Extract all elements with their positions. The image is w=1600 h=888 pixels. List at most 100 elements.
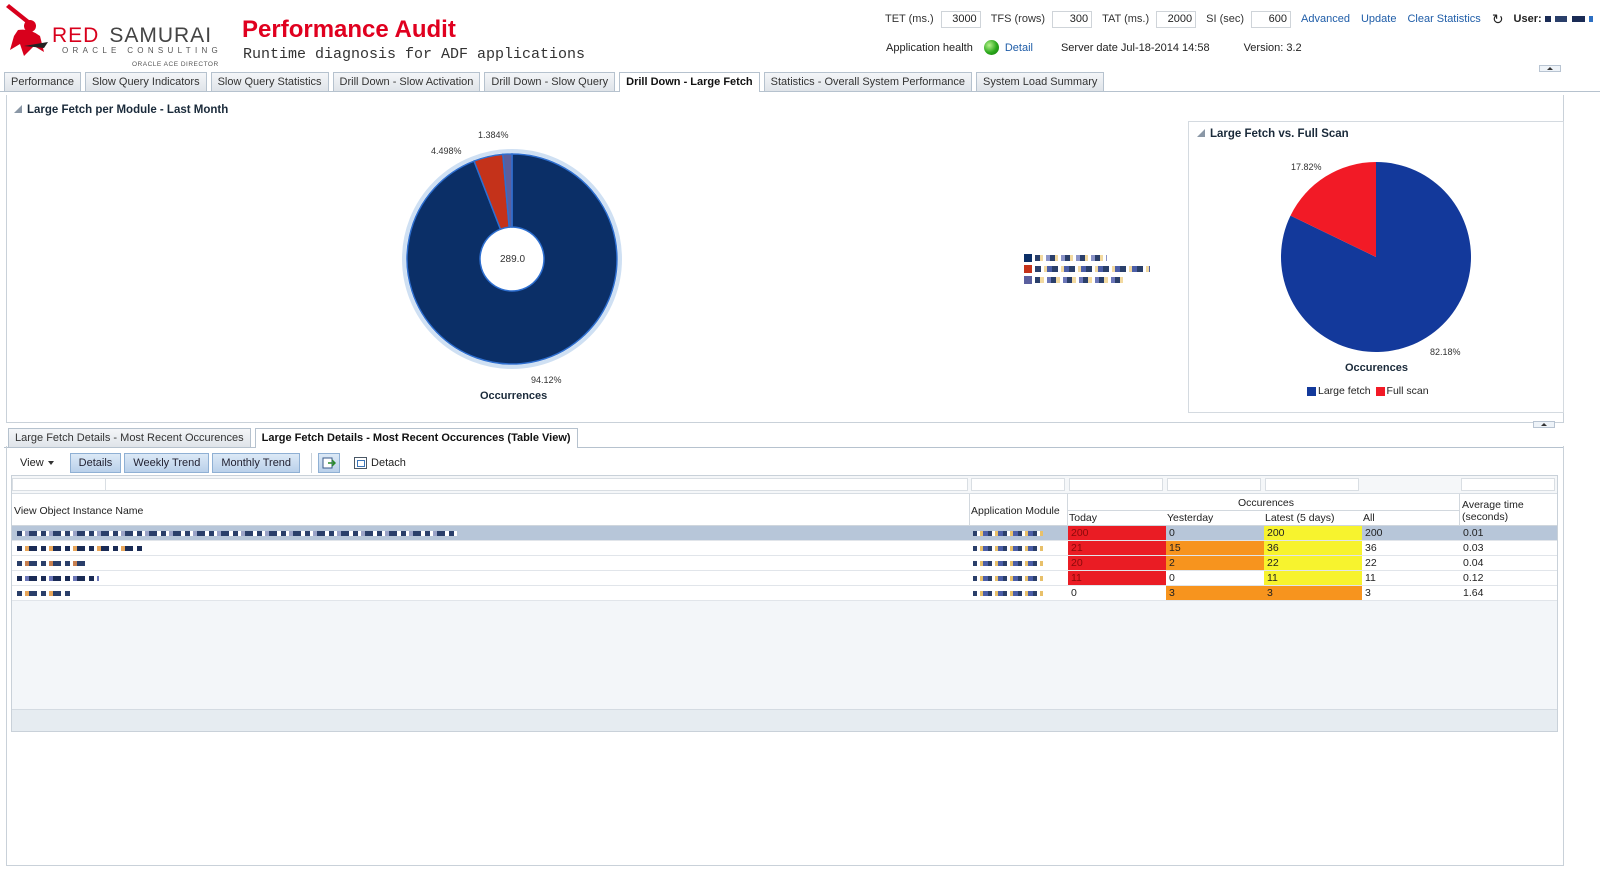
- cell-today: 20: [1068, 556, 1166, 570]
- filter-avg-input[interactable]: [1461, 478, 1555, 491]
- table-row[interactable]: 0 3 3 3 1.64: [12, 586, 1557, 601]
- page-subtitle: Runtime diagnosis for ADF applications: [243, 46, 586, 63]
- col-header-all[interactable]: All: [1363, 512, 1375, 524]
- detail-tab-0[interactable]: Large Fetch Details - Most Recent Occure…: [8, 428, 251, 447]
- advanced-link[interactable]: Advanced: [1301, 13, 1350, 25]
- cell-today: 0: [1071, 587, 1077, 599]
- filter-yesterday-input[interactable]: [1167, 478, 1261, 491]
- legend-label-full-scan: Full scan: [1386, 385, 1429, 397]
- app-module-name-redacted: [973, 531, 1043, 536]
- tab-0[interactable]: Performance: [4, 72, 81, 91]
- view-menu[interactable]: View: [14, 457, 54, 469]
- export-icon[interactable]: [318, 452, 341, 473]
- brand-tagline: ORACLE CONSULTING: [62, 46, 223, 55]
- cell-today: 11: [1068, 571, 1166, 585]
- cell-avg: 0.04: [1463, 557, 1484, 569]
- tfs-label: TFS (rows): [990, 13, 1046, 25]
- legend-label-redacted: [1035, 276, 1123, 283]
- tet-input[interactable]: 3000: [940, 10, 981, 28]
- cell-latest: 11: [1264, 571, 1362, 585]
- col-header-yesterday[interactable]: Yesterday: [1167, 512, 1213, 524]
- legend-label-large-fetch: Large fetch: [1318, 385, 1371, 397]
- donut-label-slice-1: 94.12%: [531, 375, 562, 385]
- view-object-name-redacted: [17, 591, 73, 596]
- app-module-name-redacted: [973, 546, 1043, 551]
- col-header-today[interactable]: Today: [1069, 512, 1097, 524]
- collapse-triangle-icon[interactable]: [14, 105, 22, 113]
- status-bar: Application health Detail Server date Ju…: [886, 40, 1336, 55]
- donut-chart-svg: [402, 149, 622, 369]
- monthly-trend-button[interactable]: Monthly Trend: [212, 452, 301, 473]
- weekly-trend-button[interactable]: Weekly Trend: [124, 452, 210, 473]
- table-footer: [12, 709, 1557, 731]
- legend-item: [1024, 252, 1150, 263]
- legend-swatch: [1024, 264, 1032, 273]
- threshold-params: TET (ms.) 3000 TFS (rows) 300 TAT (ms.) …: [885, 10, 1593, 28]
- tat-input[interactable]: 2000: [1156, 10, 1197, 28]
- cell-latest: 22: [1264, 556, 1362, 570]
- health-detail-link[interactable]: Detail: [1005, 42, 1033, 54]
- donut-chart: [400, 126, 640, 406]
- cell-yesterday: 15: [1166, 541, 1264, 555]
- cell-all: 3: [1365, 587, 1371, 599]
- section-title-large-fetch-vs-full-scan[interactable]: Large Fetch vs. Full Scan: [1197, 128, 1349, 140]
- col-header-application-module[interactable]: Application Module: [971, 505, 1060, 517]
- tab-3[interactable]: Drill Down - Slow Activation: [332, 72, 481, 91]
- col-header-view-object[interactable]: View Object Instance Name: [14, 505, 143, 517]
- filter-today-input[interactable]: [1069, 478, 1163, 491]
- refresh-icon[interactable]: ↻: [1492, 11, 1504, 28]
- tfs-input[interactable]: 300: [1052, 10, 1093, 28]
- si-input[interactable]: 600: [1251, 10, 1292, 28]
- tab-1[interactable]: Slow Query Indicators: [84, 72, 207, 91]
- health-label: Application health: [886, 41, 973, 54]
- user-name-redacted: [1544, 16, 1593, 22]
- export-icon-glyph: [322, 457, 337, 468]
- header-divider: [1459, 494, 1460, 526]
- col-header-average-time[interactable]: Average time (seconds): [1462, 499, 1554, 523]
- detach-button[interactable]: Detach: [354, 456, 406, 469]
- tab-4[interactable]: Drill Down - Slow Query: [484, 72, 616, 91]
- legend-item: [1024, 263, 1150, 274]
- table-row[interactable]: 200 0 200 200 0.01: [12, 526, 1557, 541]
- donut-label-slice-2: 4.498%: [431, 146, 462, 156]
- table-row[interactable]: 20 2 22 22 0.04: [12, 556, 1557, 571]
- section-title-large-fetch-per-module[interactable]: Large Fetch per Module - Last Month: [14, 104, 228, 116]
- details-button[interactable]: Details: [69, 452, 122, 473]
- filter-name-input[interactable]: [13, 478, 968, 491]
- tab-7[interactable]: System Load Summary: [976, 72, 1105, 91]
- filter-module-input[interactable]: [971, 478, 1065, 491]
- col-header-latest[interactable]: Latest (5 days): [1265, 512, 1334, 524]
- filter-all-input[interactable]: [12, 478, 106, 491]
- tab-2[interactable]: Slow Query Statistics: [210, 72, 329, 91]
- red-samurai-logo: RED SAMURAI ORACLE CONSULTING ORACLE ACE …: [4, 2, 232, 70]
- donut-legend: [1024, 252, 1150, 285]
- update-link[interactable]: Update: [1361, 13, 1396, 25]
- server-date: Server date Jul-18-2014 14:58: [1060, 41, 1210, 54]
- chevron-down-icon: [47, 460, 54, 465]
- tab-6[interactable]: Statistics - Overall System Performance: [763, 72, 973, 91]
- cell-latest: 36: [1264, 541, 1362, 555]
- table-row[interactable]: 11 0 11 11 0.12: [12, 571, 1557, 586]
- tab-5[interactable]: Drill Down - Large Fetch: [619, 72, 760, 92]
- detail-tab-1[interactable]: Large Fetch Details - Most Recent Occure…: [254, 428, 578, 448]
- legend-swatch-full-scan: [1375, 386, 1385, 396]
- view-object-name-redacted: [17, 546, 142, 551]
- clear-statistics-link[interactable]: Clear Statistics: [1407, 13, 1480, 25]
- si-label: SI (sec): [1206, 13, 1245, 25]
- view-object-name-redacted: [17, 531, 457, 536]
- toolbar-divider: [311, 452, 313, 473]
- version: Version: 3.2: [1243, 41, 1302, 54]
- large-fetch-table: View Object Instance Name Application Mo…: [11, 475, 1558, 732]
- legend-swatch: [1024, 253, 1032, 262]
- brand-name: RED SAMURAI: [52, 24, 213, 47]
- cell-avg: 1.64: [1463, 587, 1484, 599]
- collapse-header-icon[interactable]: [1539, 65, 1561, 72]
- filter-latest-input[interactable]: [1265, 478, 1359, 491]
- cell-all: 36: [1365, 542, 1377, 554]
- table-row[interactable]: 21 15 36 36 0.03: [12, 541, 1557, 556]
- cell-latest: 200: [1264, 526, 1362, 540]
- collapse-charts-icon[interactable]: [1533, 421, 1555, 428]
- filter-row: [12, 476, 1557, 494]
- collapse-triangle-icon[interactable]: [1197, 129, 1205, 137]
- cell-avg: 0.12: [1463, 572, 1484, 584]
